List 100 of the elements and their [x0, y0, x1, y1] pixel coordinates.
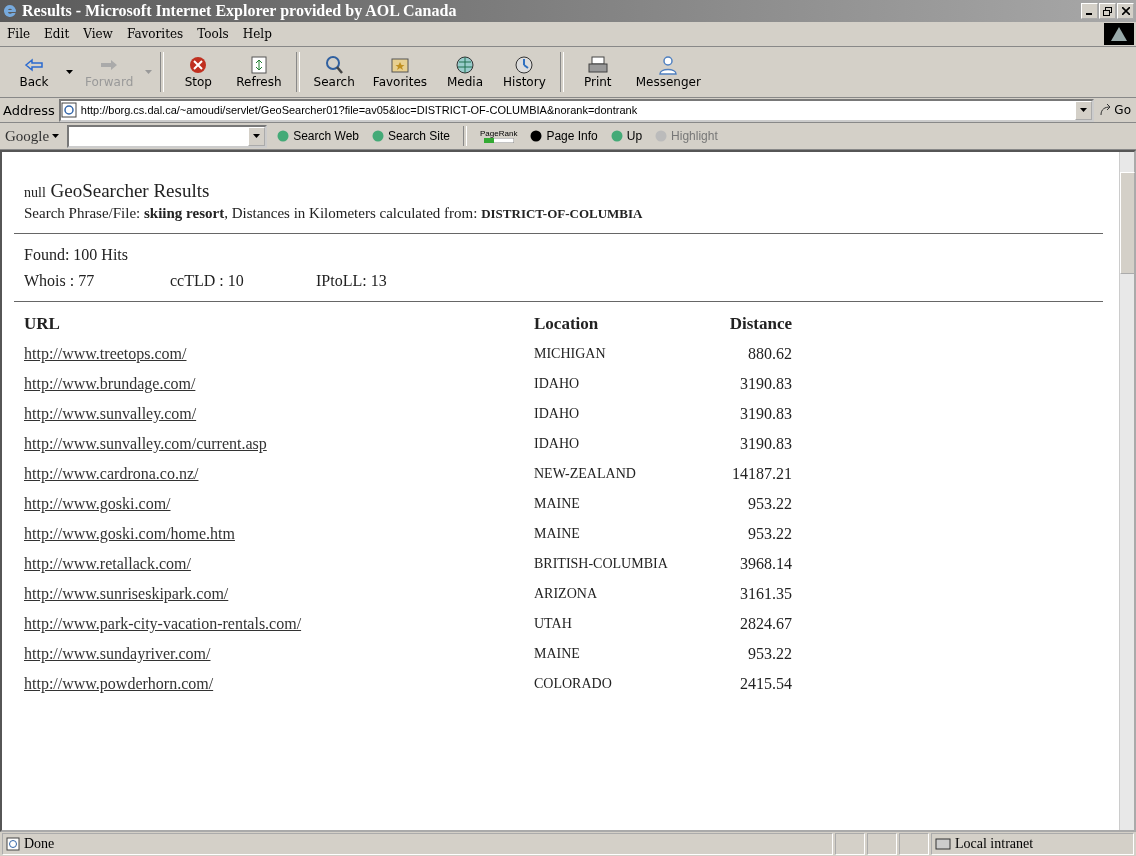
- close-icon: [1121, 7, 1130, 15]
- throbber-icon: [1104, 23, 1134, 45]
- restore-icon: [1103, 6, 1112, 16]
- status-text: Done: [2, 833, 833, 855]
- location-cell-text: ARIZONA: [534, 585, 598, 603]
- result-link[interactable]: http://www.sunvalley.com/current.asp: [24, 435, 267, 452]
- toolbar-icon: [371, 129, 385, 143]
- caret-icon: [66, 70, 73, 74]
- dropdown-button[interactable]: [1075, 100, 1093, 120]
- result-link[interactable]: http://www.treetops.com/: [24, 345, 187, 362]
- print-icon: [586, 55, 609, 75]
- favorites-button[interactable]: Favorites: [364, 53, 436, 91]
- menu-item[interactable]: View: [76, 27, 120, 41]
- location-cell-text: IDAHO: [534, 405, 581, 423]
- distance-cell-text: 880.62: [747, 344, 792, 364]
- messenger-button[interactable]: Messenger: [627, 53, 709, 91]
- toolbar-icon: [654, 129, 669, 143]
- column-header: URL: [24, 314, 534, 340]
- distance-cell-text: 14187.21: [731, 464, 792, 484]
- toolbar-button[interactable]: Search Web: [273, 129, 362, 143]
- search-button[interactable]: Search: [305, 53, 363, 91]
- hits-count: Found: 100 Hits: [24, 246, 129, 264]
- menu-item[interactable]: Tools: [190, 27, 236, 41]
- pagerank-bar-icon: [483, 138, 514, 143]
- favorites-icon: [388, 55, 411, 75]
- page-title: GeoSearcher Results: [50, 180, 210, 201]
- address-label: Address: [3, 102, 55, 118]
- location-cell-text: COLORADO: [534, 675, 613, 693]
- distance-cell-text: 3161.35: [739, 584, 792, 604]
- close-button[interactable]: [1117, 3, 1134, 19]
- caret-icon: [52, 134, 60, 138]
- result-link[interactable]: http://www.goski.com/: [24, 495, 171, 512]
- search-field[interactable]: [67, 124, 268, 148]
- location-cell-text: IDAHO: [534, 435, 581, 453]
- distance-cell-text: 3190.83: [739, 374, 792, 394]
- history-button[interactable]: History: [495, 53, 554, 91]
- page-icon: [6, 837, 20, 851]
- messenger-icon: [657, 55, 680, 75]
- result-link[interactable]: http://www.powderhorn.com/: [24, 675, 214, 692]
- result-link[interactable]: http://www.cardrona.co.nz/: [24, 465, 199, 482]
- result-link[interactable]: http://www.sunriseskipark.com/: [24, 585, 229, 602]
- distance-cell-text: 3190.83: [739, 434, 792, 454]
- scrollbar[interactable]: [1119, 152, 1134, 830]
- result-link[interactable]: http://www.goski.com/home.htm: [24, 525, 235, 542]
- result-link[interactable]: http://www.brundage.com/: [24, 375, 196, 392]
- toolbar-icon: [609, 129, 624, 143]
- location-cell-text: NEW-ZEALAND: [534, 465, 637, 483]
- menu-item[interactable]: Favorites: [119, 27, 191, 41]
- intranet-icon: [935, 837, 951, 851]
- maximize-button[interactable]: [1099, 3, 1116, 19]
- media-button[interactable]: Media: [437, 53, 494, 91]
- caret-icon: [253, 134, 261, 138]
- result-link[interactable]: http://www.sunvalley.com/: [24, 405, 197, 422]
- history-icon: [513, 55, 536, 75]
- location-cell-text: BRITISH-COLUMBIA: [534, 555, 669, 573]
- minimize-button[interactable]: [1081, 3, 1098, 19]
- toolbar-button[interactable]: Page Info: [526, 129, 601, 143]
- search-summary: Search Phrase/File: skiing resort, Distances in Kilometers calculated from:: [24, 205, 479, 221]
- stop-button[interactable]: Stop: [170, 53, 227, 91]
- menu-item[interactable]: File: [0, 27, 38, 41]
- column-header: Distance: [728, 314, 792, 335]
- result-link[interactable]: http://www.sundayriver.com/: [24, 645, 211, 662]
- print-button[interactable]: Print: [569, 53, 626, 91]
- distance-cell-text: 953.22: [747, 644, 792, 664]
- result-link[interactable]: http://www.park-city-vacation-rentals.com/: [24, 615, 302, 632]
- location-cell-text: MAINE: [534, 645, 581, 663]
- menu-item[interactable]: Help: [235, 27, 279, 41]
- go-arrow-icon: [1100, 104, 1113, 116]
- toolbar-button[interactable]: Up: [606, 129, 646, 143]
- distance-cell-text: 2824.67: [739, 614, 792, 634]
- browser-icon: [2, 3, 18, 19]
- location-cell-text: MICHIGAN: [534, 345, 607, 363]
- refresh-button[interactable]: Refresh: [228, 53, 290, 91]
- null-label: null: [24, 185, 46, 200]
- security-zone: Local intranet: [931, 833, 1134, 855]
- location-cell-text: MAINE: [534, 525, 581, 543]
- google-menu-button[interactable]: Google: [3, 127, 62, 145]
- window-title: Results - Microsoft Internet Explorer provided by AOL Canada: [22, 2, 457, 20]
- caret-icon: [1080, 108, 1088, 112]
- page-icon: [60, 102, 77, 118]
- menu-item[interactable]: Edit: [37, 27, 77, 41]
- dropdown-button[interactable]: [64, 70, 75, 74]
- go-button[interactable]: Go: [1098, 103, 1133, 117]
- back-button[interactable]: Back: [6, 53, 62, 91]
- distance-cell-text: 3968.14: [739, 554, 792, 574]
- search-icon: [323, 55, 346, 75]
- scroll-thumb[interactable]: [1120, 172, 1135, 274]
- toolbar-button[interactable]: Search Site: [368, 129, 454, 143]
- stat-text: Whois : 77: [24, 272, 96, 290]
- distance-cell-text: 2415.54: [739, 674, 792, 694]
- distance-cell-text: 953.22: [747, 524, 792, 544]
- location-cell-text: IDAHO: [534, 375, 581, 393]
- toolbar-icon: [529, 129, 544, 143]
- address-field[interactable]: http://borg.cs.dal.ca/~amoudi/servlet/GeoSearcher01?file=av05&loc=DISTRICT-OF-COLUMBIA&norank=dontrank: [58, 98, 1095, 122]
- column-header: Location: [534, 314, 600, 335]
- toolbar-button[interactable]: PageRank: [477, 129, 521, 143]
- origin-location: DISTRICT-OF-COLUMBIA: [481, 206, 643, 221]
- stat-text: IPtoLL: 13: [316, 272, 387, 290]
- stat-text: ccTLD : 10: [170, 272, 245, 290]
- result-link[interactable]: http://www.retallack.com/: [24, 555, 191, 572]
